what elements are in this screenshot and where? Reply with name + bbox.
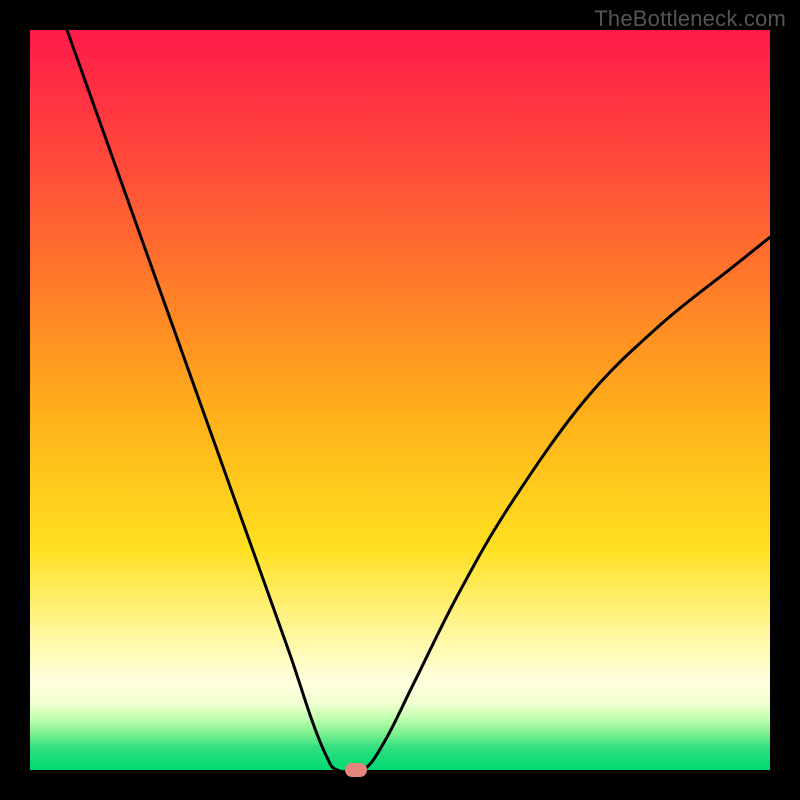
optimum-marker <box>345 763 367 777</box>
watermark-text: TheBottleneck.com <box>594 6 786 32</box>
plot-area <box>30 30 770 770</box>
chart-frame: TheBottleneck.com <box>0 0 800 800</box>
bottleneck-curve <box>30 30 770 770</box>
